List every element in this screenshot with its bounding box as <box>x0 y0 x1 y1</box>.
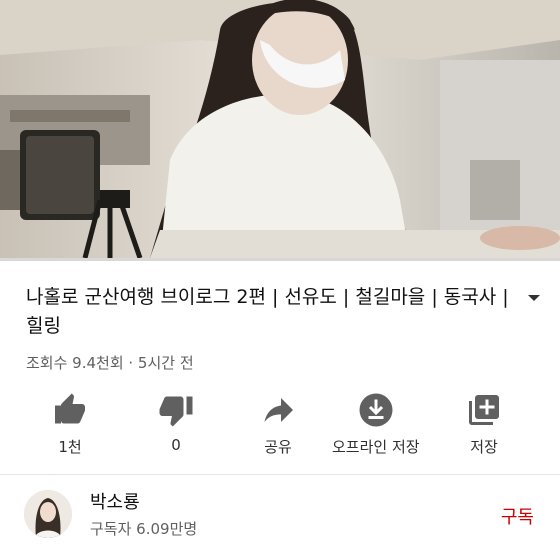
download-label: 오프라인 저장 <box>332 438 420 456</box>
dislike-button[interactable]: 0 <box>158 392 194 454</box>
progress-bar[interactable] <box>0 258 560 261</box>
thumbs-down-icon <box>158 392 194 428</box>
video-player[interactable] <box>0 0 560 258</box>
like-count: 1천 <box>58 438 82 456</box>
save-button[interactable]: 저장 <box>466 392 502 457</box>
save-label: 저장 <box>470 438 498 456</box>
like-button[interactable]: 1천 <box>52 392 88 457</box>
video-meta: 조회수 9.4천회 · 5시간 전 <box>26 354 194 372</box>
expand-description-icon[interactable] <box>524 290 544 306</box>
thumbs-up-icon <box>52 392 88 428</box>
share-label: 공유 <box>264 438 292 456</box>
channel-name[interactable]: 박소룡 <box>90 488 140 514</box>
subscriber-count: 구독자 6.09만명 <box>90 520 198 538</box>
channel-row: 박소룡 구독자 6.09만명 구독 <box>0 475 560 560</box>
action-bar: 1천 0 공유 오프라인 저장 저장 <box>0 392 560 462</box>
download-button[interactable]: 오프라인 저장 <box>332 392 420 457</box>
dislike-count: 0 <box>171 436 181 454</box>
subscribe-button[interactable]: 구독 <box>501 503 534 529</box>
add-to-playlist-icon <box>466 392 502 428</box>
video-thumbnail <box>0 0 560 258</box>
channel-avatar[interactable] <box>24 490 72 538</box>
share-icon <box>260 392 296 428</box>
share-button[interactable]: 공유 <box>260 392 296 457</box>
video-title[interactable]: 나홀로 군산여행 브이로그 2편 | 선유도 | 철길마을 | 동국사 | 힐링 <box>26 283 526 341</box>
download-icon <box>358 392 394 428</box>
